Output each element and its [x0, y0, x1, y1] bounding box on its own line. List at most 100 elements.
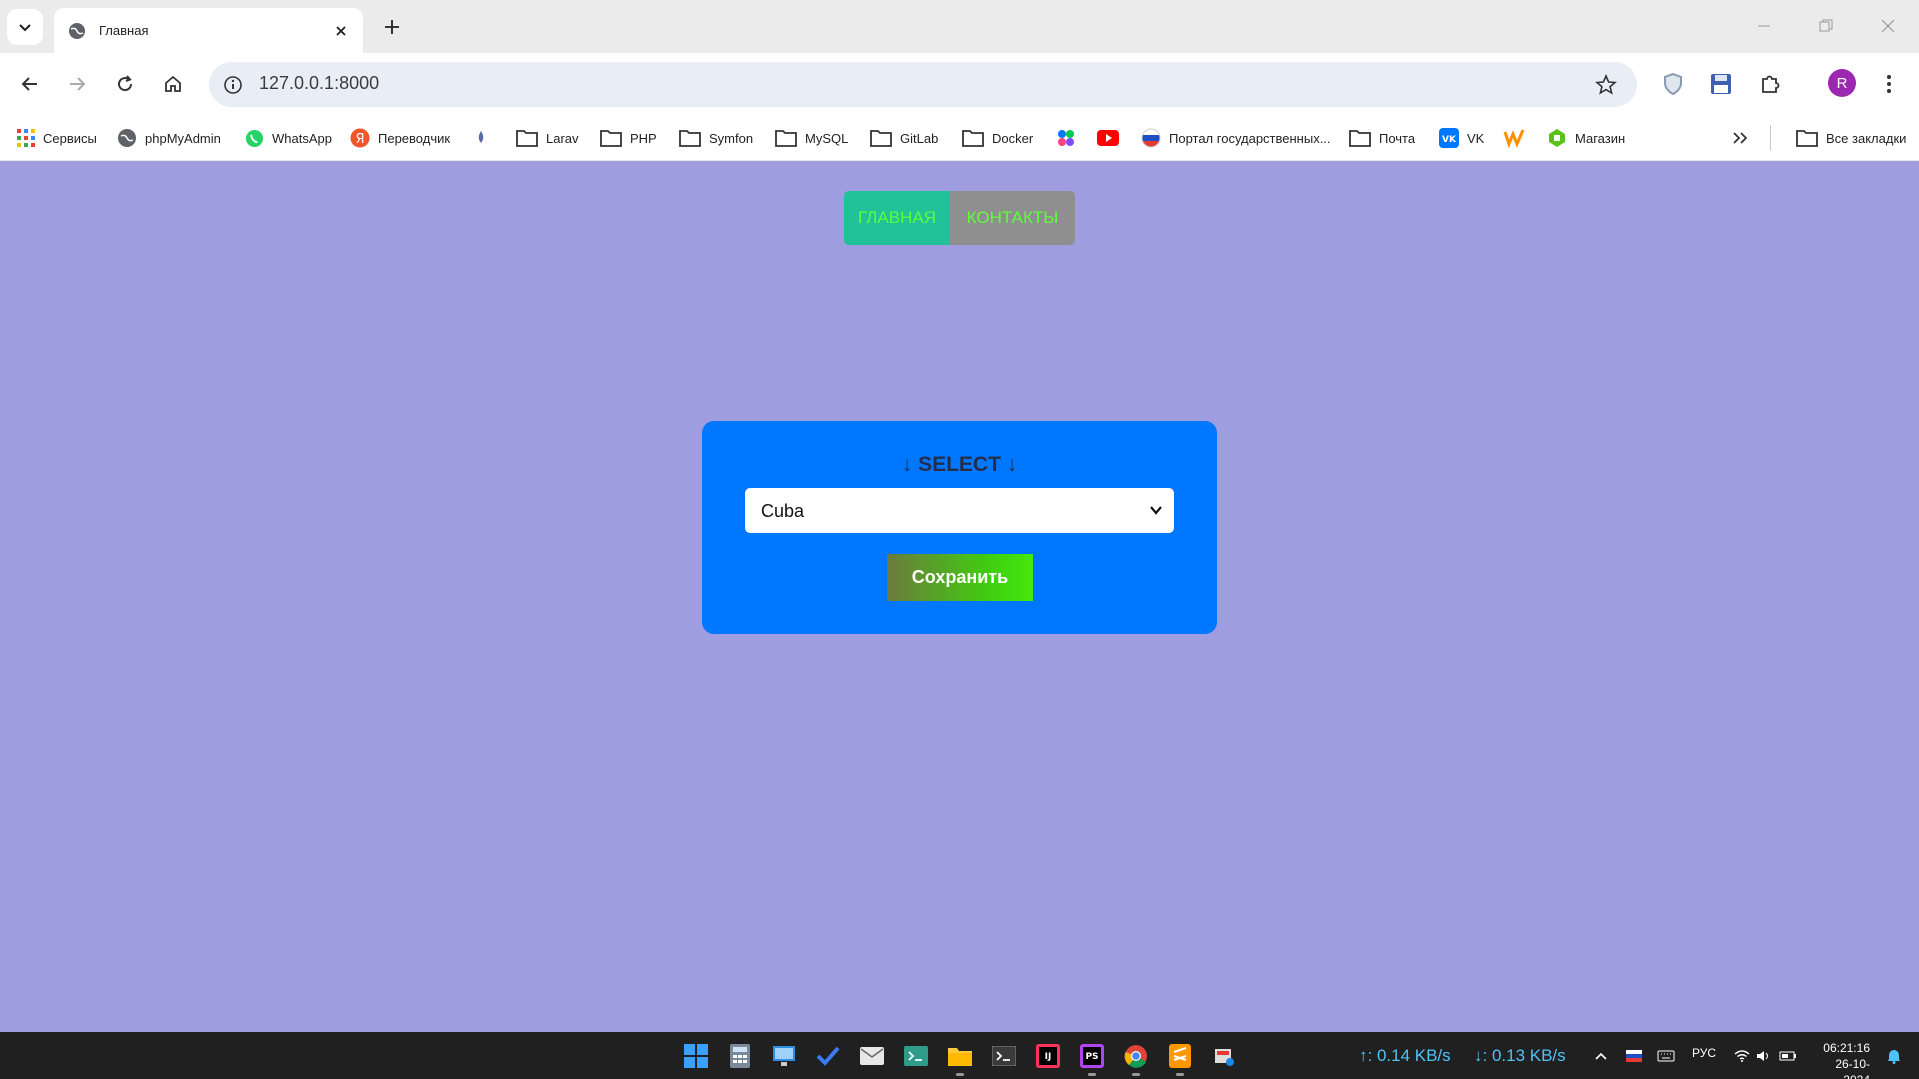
running-indicator — [956, 1073, 964, 1076]
keyboard-icon — [1657, 1050, 1675, 1062]
tray-overflow-button[interactable] — [1585, 1040, 1617, 1072]
arrow-right-icon — [70, 77, 86, 91]
terminal-icon — [992, 1046, 1016, 1066]
download-speed: ↓: 0.13 KB/s — [1474, 1046, 1566, 1065]
running-indicator — [1088, 1073, 1096, 1076]
chrome-icon — [1124, 1045, 1147, 1068]
taskbar-chrome[interactable] — [1120, 1040, 1152, 1076]
restore-button[interactable] — [1806, 10, 1846, 42]
orange-logo-icon — [1503, 129, 1525, 148]
taskbar-remote-desktop[interactable] — [768, 1040, 800, 1072]
extension-save-button[interactable] — [1705, 68, 1737, 100]
bookmark-folder-gitlab[interactable]: GitLab — [870, 125, 938, 151]
extensions-button[interactable] — [1754, 68, 1786, 100]
bookmarks-overflow-button[interactable] — [1732, 125, 1748, 151]
bookmark-shop[interactable]: Магазин — [1547, 125, 1625, 151]
shop-logo-icon — [1549, 129, 1565, 147]
taskbar-mail[interactable] — [856, 1040, 888, 1072]
globe-icon — [69, 22, 85, 39]
bookmark-phpmyadmin[interactable]: phpMyAdmin — [117, 125, 221, 151]
bookmark-folder-larav[interactable]: Larav — [516, 125, 579, 151]
tray-battery[interactable] — [1772, 1040, 1804, 1072]
bookmark-folder-mysql[interactable]: MySQL — [775, 125, 848, 151]
bookmark-folder-mail[interactable]: Почта — [1349, 125, 1415, 151]
arrow-left-icon — [21, 77, 37, 91]
close-icon — [336, 25, 346, 36]
bookmark-translator[interactable]: Я Переводчик — [350, 125, 450, 151]
bookmark-apps[interactable]: Сервисы — [17, 125, 97, 151]
bookmark-star-icon[interactable] — [1593, 72, 1619, 98]
checkmark-icon — [816, 1046, 840, 1066]
tab-active[interactable]: Главная — [54, 8, 363, 53]
bookmark-orange-app[interactable] — [1503, 125, 1525, 151]
phpstorm-icon: PS — [1080, 1044, 1104, 1068]
url-text[interactable]: 127.0.0.1:8000 — [259, 73, 379, 94]
bell-icon — [1888, 1050, 1900, 1064]
apps-grid-icon — [17, 129, 35, 147]
bookmark-folder-docker[interactable]: Docker — [962, 125, 1033, 151]
forward-button[interactable] — [61, 68, 93, 100]
start-button[interactable] — [680, 1040, 712, 1072]
youtube-icon — [1097, 130, 1119, 146]
browser-menu-button[interactable] — [1873, 68, 1905, 100]
bookmark-extension[interactable] — [474, 125, 488, 151]
taskbar-todo[interactable] — [812, 1040, 844, 1072]
tray-language-flag[interactable] — [1618, 1040, 1650, 1072]
save-button[interactable]: Сохранить — [887, 554, 1033, 601]
bookmark-dots-app[interactable] — [1056, 125, 1076, 151]
extension-shield-button[interactable] — [1657, 68, 1689, 100]
calculator-icon — [730, 1044, 750, 1068]
taskbar-terminal-green[interactable] — [900, 1040, 932, 1072]
russia-flag-icon — [1626, 1050, 1642, 1062]
taskbar-phpstorm[interactable]: PS — [1076, 1040, 1108, 1076]
browser-toolbar: 127.0.0.1:8000 R — [0, 53, 1919, 115]
running-indicator — [1132, 1073, 1140, 1076]
tray-language[interactable]: РУС — [1692, 1046, 1716, 1060]
shield-icon — [1664, 73, 1682, 95]
profile-avatar[interactable]: R — [1828, 69, 1856, 97]
minimize-button[interactable] — [1744, 10, 1784, 42]
site-nav: ГЛАВНАЯ КОНТАКТЫ — [844, 191, 1075, 245]
new-tab-button[interactable] — [377, 12, 407, 42]
bookmark-youtube[interactable] — [1097, 125, 1119, 151]
battery-icon — [1779, 1051, 1796, 1061]
app-dots-icon — [1058, 130, 1074, 146]
address-bar[interactable]: 127.0.0.1:8000 — [209, 62, 1637, 107]
intellij-icon: IJ — [1036, 1044, 1060, 1068]
taskbar-sublime[interactable] — [1164, 1040, 1196, 1076]
reload-icon — [118, 75, 133, 92]
restore-icon — [1819, 19, 1833, 32]
bookmark-whatsapp[interactable]: WhatsApp — [245, 125, 332, 151]
windows-logo-icon — [684, 1044, 708, 1068]
select-card: ↓ SELECT ↓ Cuba Сохранить — [702, 421, 1217, 634]
nav-home[interactable]: ГЛАВНАЯ — [844, 191, 950, 245]
close-window-button[interactable] — [1868, 10, 1908, 42]
notifications-button[interactable] — [1878, 1040, 1910, 1072]
bookmark-gosuslugi[interactable]: Портал государственных... — [1141, 125, 1331, 151]
floppy-disk-icon — [1711, 74, 1731, 94]
back-button[interactable] — [14, 68, 46, 100]
clock[interactable]: 06:21:16 26-10-2024 — [1810, 1040, 1870, 1079]
bookmark-vk[interactable]: VK VK — [1439, 125, 1484, 151]
bookmarks-bar: Сервисы phpMyAdmin WhatsApp Я Переводчик… — [0, 115, 1919, 161]
bookmark-folder-symfon[interactable]: Symfon — [679, 125, 753, 151]
site-info-icon[interactable] — [221, 73, 245, 97]
tab-search-button[interactable] — [7, 9, 43, 45]
taskbar-intellij[interactable]: IJ — [1032, 1040, 1064, 1072]
all-bookmarks-folder[interactable]: Все закладки — [1796, 125, 1906, 151]
bookmark-folder-php[interactable]: PHP — [600, 125, 657, 151]
taskbar-app-extra[interactable] — [1208, 1040, 1240, 1072]
folder-icon — [679, 130, 701, 147]
nav-contacts[interactable]: КОНТАКТЫ — [950, 191, 1075, 245]
home-button[interactable] — [157, 68, 189, 100]
taskbar-terminal[interactable] — [988, 1040, 1020, 1072]
country-select[interactable]: Cuba — [745, 488, 1174, 533]
reload-button[interactable] — [109, 68, 141, 100]
taskbar-calculator[interactable] — [724, 1040, 756, 1072]
taskbar-file-explorer[interactable] — [944, 1040, 976, 1076]
svg-text:PS: PS — [1085, 1052, 1098, 1062]
close-tab-button[interactable] — [329, 19, 353, 43]
puzzle-icon — [1762, 75, 1780, 93]
tray-keyboard[interactable] — [1650, 1040, 1682, 1072]
droplet-icon — [478, 131, 484, 143]
